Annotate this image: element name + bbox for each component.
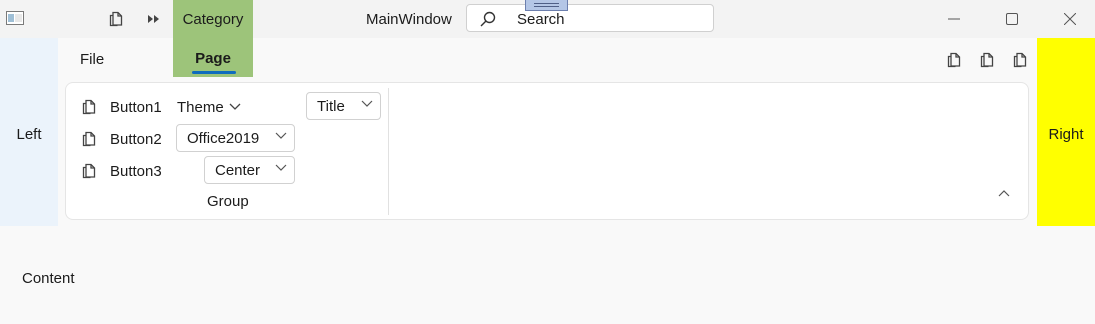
theme-select[interactable]: Office2019 [176,124,295,152]
search-icon [479,10,497,28]
maximize-icon [1006,13,1018,25]
button1[interactable]: Button1 [110,99,162,116]
theme-label: Theme [177,99,224,116]
group-label: Group [207,193,249,210]
minimize-icon [948,18,960,20]
copy-icon[interactable] [80,130,98,148]
content-label: Content [22,270,75,287]
close-button[interactable] [1047,4,1093,34]
chevron-down-icon [275,132,287,139]
right-pane: Right [1037,38,1095,226]
drag-handle[interactable] [525,0,568,11]
minimize-button[interactable] [931,4,977,34]
copy-icon[interactable] [945,51,963,69]
window-title: MainWindow [366,11,452,28]
theme-value: Office2019 [187,130,260,147]
chevron-up-icon[interactable] [997,188,1011,200]
title-select[interactable]: Title [306,92,381,120]
title-value: Title [317,98,345,115]
alignment-value: Center [215,162,261,179]
chevron-down-icon [361,100,373,107]
copy-icon[interactable] [1011,51,1029,69]
chevron-down-icon [275,164,287,171]
copy-icon[interactable] [80,162,98,180]
copy-icon[interactable] [978,51,996,69]
search-box[interactable]: Search [466,4,714,32]
tab-file[interactable]: File [80,51,104,68]
button3[interactable]: Button3 [110,163,162,180]
left-pane: Left [0,38,58,226]
app-icon [6,11,24,25]
button2[interactable]: Button2 [110,131,162,148]
copy-icon[interactable] [80,98,98,116]
right-pane-label: Right [1048,126,1084,143]
group-separator [388,88,389,215]
maximize-button[interactable] [989,4,1035,34]
close-icon [1064,13,1076,25]
copy-icon[interactable] [107,10,125,28]
alignment-select[interactable]: Center [204,156,295,184]
tab-selected-indicator [192,71,236,74]
double-chevron-right-icon[interactable] [145,10,163,28]
category-label: Category [182,11,244,28]
left-pane-label: Left [16,126,42,143]
tab-page[interactable]: Page [173,50,253,67]
theme-menu-button[interactable]: Theme [177,99,247,119]
chevron-down-icon [229,103,241,110]
search-placeholder: Search [517,11,565,28]
